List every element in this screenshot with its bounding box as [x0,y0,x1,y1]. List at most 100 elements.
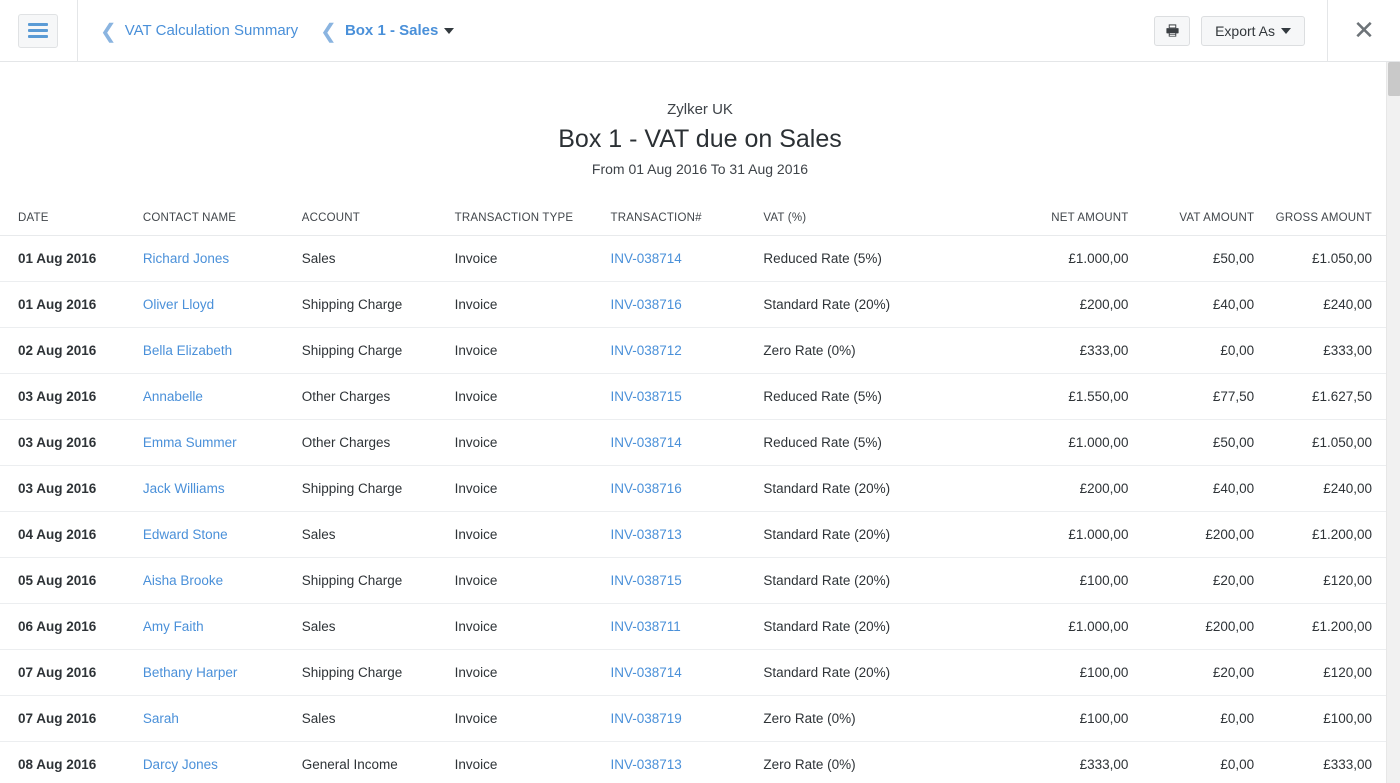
row-transaction-num-link[interactable]: INV-038712 [610,343,681,358]
row-transaction-num[interactable]: INV-038715 [610,557,764,604]
row-vat-percent: Reduced Rate (5%) [763,373,993,420]
chevron-left-icon-secondary[interactable]: ❮ [320,21,337,41]
row-vat-percent: Standard Rate (20%) [763,649,993,696]
row-contact-name[interactable]: Aisha Brooke [142,557,302,604]
top-bar: ❮ VAT Calculation Summary ❮ Box 1 - Sale… [0,0,1400,62]
column-header-contact-name[interactable]: CONTACT NAME [142,212,302,236]
export-as-label: Export As [1215,22,1275,39]
row-transaction-num-link[interactable]: INV-038713 [610,757,681,772]
column-header-transaction-type[interactable]: TRANSACTION TYPE [454,212,611,236]
row-contact-name-link[interactable]: Richard Jones [143,251,229,266]
row-contact-name[interactable]: Sarah [142,695,302,742]
column-header-date[interactable]: DATE [0,212,143,236]
row-contact-name[interactable]: Edward Stone [142,511,302,558]
row-transaction-num-link[interactable]: INV-038716 [610,481,681,496]
row-contact-name[interactable]: Amy Faith [142,603,302,650]
row-transaction-type: Invoice [454,741,611,783]
column-header-net-amount[interactable]: NET AMOUNT [992,212,1129,236]
row-transaction-type: Invoice [454,511,611,558]
row-date: 03 Aug 2016 [0,373,143,420]
row-transaction-num[interactable]: INV-038714 [610,235,764,282]
row-contact-name-link[interactable]: Bethany Harper [143,665,238,680]
vertical-scrollbar-thumb[interactable] [1388,62,1400,96]
column-header-account[interactable]: ACCOUNT [301,212,455,236]
row-account: Shipping Charge [301,465,455,512]
row-transaction-num-link[interactable]: INV-038714 [610,251,681,266]
row-net-amount: £100,00 [992,695,1129,742]
row-gross-amount: £240,00 [1254,281,1386,328]
row-contact-name[interactable]: Oliver Lloyd [142,281,302,328]
close-button[interactable]: ✕ [1327,0,1400,62]
print-button[interactable] [1154,15,1191,46]
column-header-gross-amount[interactable]: GROSS AMOUNT [1254,212,1386,236]
row-transaction-num-link[interactable]: INV-038714 [610,665,681,680]
hamburger-menu-icon-line [28,23,48,26]
row-transaction-type: Invoice [454,419,611,466]
export-as-button[interactable]: Export As [1201,15,1305,46]
row-transaction-num[interactable]: INV-038713 [610,741,764,783]
row-transaction-num[interactable]: INV-038712 [610,327,764,374]
table-header: DATE CONTACT NAME ACCOUNT TRANSACTION TY… [0,212,1386,236]
vertical-scrollbar[interactable] [1386,62,1400,783]
row-contact-name[interactable]: Bethany Harper [142,649,302,696]
row-transaction-num[interactable]: INV-038715 [610,373,764,420]
row-transaction-num[interactable]: INV-038716 [610,465,764,512]
row-vat-amount: £20,00 [1128,557,1255,604]
row-transaction-num-link[interactable]: INV-038715 [610,389,681,404]
row-transaction-num-link[interactable]: INV-038716 [610,297,681,312]
row-contact-name[interactable]: Bella Elizabeth [142,327,302,374]
report-date-range: From 01 Aug 2016 To 31 Aug 2016 [591,161,809,177]
row-date: 07 Aug 2016 [0,649,143,696]
report-panel: Zylker UK Box 1 - VAT due on Sales From … [0,62,1400,783]
row-contact-name[interactable]: Jack Williams [142,465,302,512]
row-contact-name-link[interactable]: Annabelle [143,389,203,404]
row-transaction-num[interactable]: INV-038714 [610,419,764,466]
table-header-row: DATE CONTACT NAME ACCOUNT TRANSACTION TY… [0,212,1386,236]
breadcrumb-parent-link[interactable]: VAT Calculation Summary [125,22,298,39]
row-transaction-num-link[interactable]: INV-038711 [610,619,680,634]
row-net-amount: £200,00 [992,281,1129,328]
row-transaction-num-link[interactable]: INV-038719 [610,711,681,726]
row-contact-name[interactable]: Darcy Jones [142,741,302,783]
row-transaction-num[interactable]: INV-038713 [610,511,764,558]
row-vat-percent: Zero Rate (0%) [763,327,993,374]
row-transaction-num-link[interactable]: INV-038714 [610,435,681,450]
row-contact-name-link[interactable]: Aisha Brooke [143,573,223,588]
row-transaction-num[interactable]: INV-038716 [610,281,764,328]
topbar-divider [77,0,78,62]
table-row: 02 Aug 2016 Bella Elizabeth Shipping Charg… [0,327,1386,374]
row-vat-percent: Standard Rate (20%) [763,281,993,328]
row-contact-name-link[interactable]: Bella Elizabeth [143,343,232,358]
row-contact-name-link[interactable]: Amy Faith [143,619,204,634]
row-gross-amount: £1.627,50 [1254,373,1386,420]
row-contact-name[interactable]: Richard Jones [142,235,302,282]
row-date: 02 Aug 2016 [0,327,143,374]
row-contact-name-link[interactable]: Darcy Jones [143,757,218,772]
row-contact-name[interactable]: Annabelle [142,373,302,420]
row-transaction-num[interactable]: INV-038714 [610,649,764,696]
row-contact-name-link[interactable]: Oliver Lloyd [143,297,214,312]
hamburger-menu-icon-line [28,29,48,32]
column-header-vat-amount[interactable]: VAT AMOUNT [1128,212,1255,236]
row-date: 07 Aug 2016 [0,695,143,742]
row-contact-name-link[interactable]: Sarah [143,711,179,726]
row-gross-amount: £120,00 [1254,649,1386,696]
row-account: Sales [301,511,455,558]
chevron-left-icon[interactable]: ❮ [100,21,117,41]
row-transaction-num-link[interactable]: INV-038713 [610,527,681,542]
row-account: Sales [301,695,455,742]
row-contact-name-link[interactable]: Emma Summer [143,435,237,450]
breadcrumb-current-dropdown[interactable]: Box 1 - Sales [345,22,455,39]
table-body: 01 Aug 2016 Richard Jones Sales Invoice INV-… [0,235,1386,783]
row-contact-name-link[interactable]: Jack Williams [143,481,225,496]
column-header-transaction-num[interactable]: TRANSACTION# [610,212,764,236]
row-transaction-num[interactable]: INV-038711 [610,603,764,650]
row-transaction-num-link[interactable]: INV-038715 [610,573,681,588]
row-contact-name-link[interactable]: Edward Stone [143,527,228,542]
column-header-vat-percent[interactable]: VAT (%) [763,212,993,236]
row-vat-percent: Zero Rate (0%) [763,695,993,742]
table-row: 01 Aug 2016 Oliver Lloyd Shipping Charge In… [0,281,1386,328]
hamburger-menu-button[interactable] [18,13,58,48]
row-contact-name[interactable]: Emma Summer [142,419,302,466]
row-transaction-num[interactable]: INV-038719 [610,695,764,742]
